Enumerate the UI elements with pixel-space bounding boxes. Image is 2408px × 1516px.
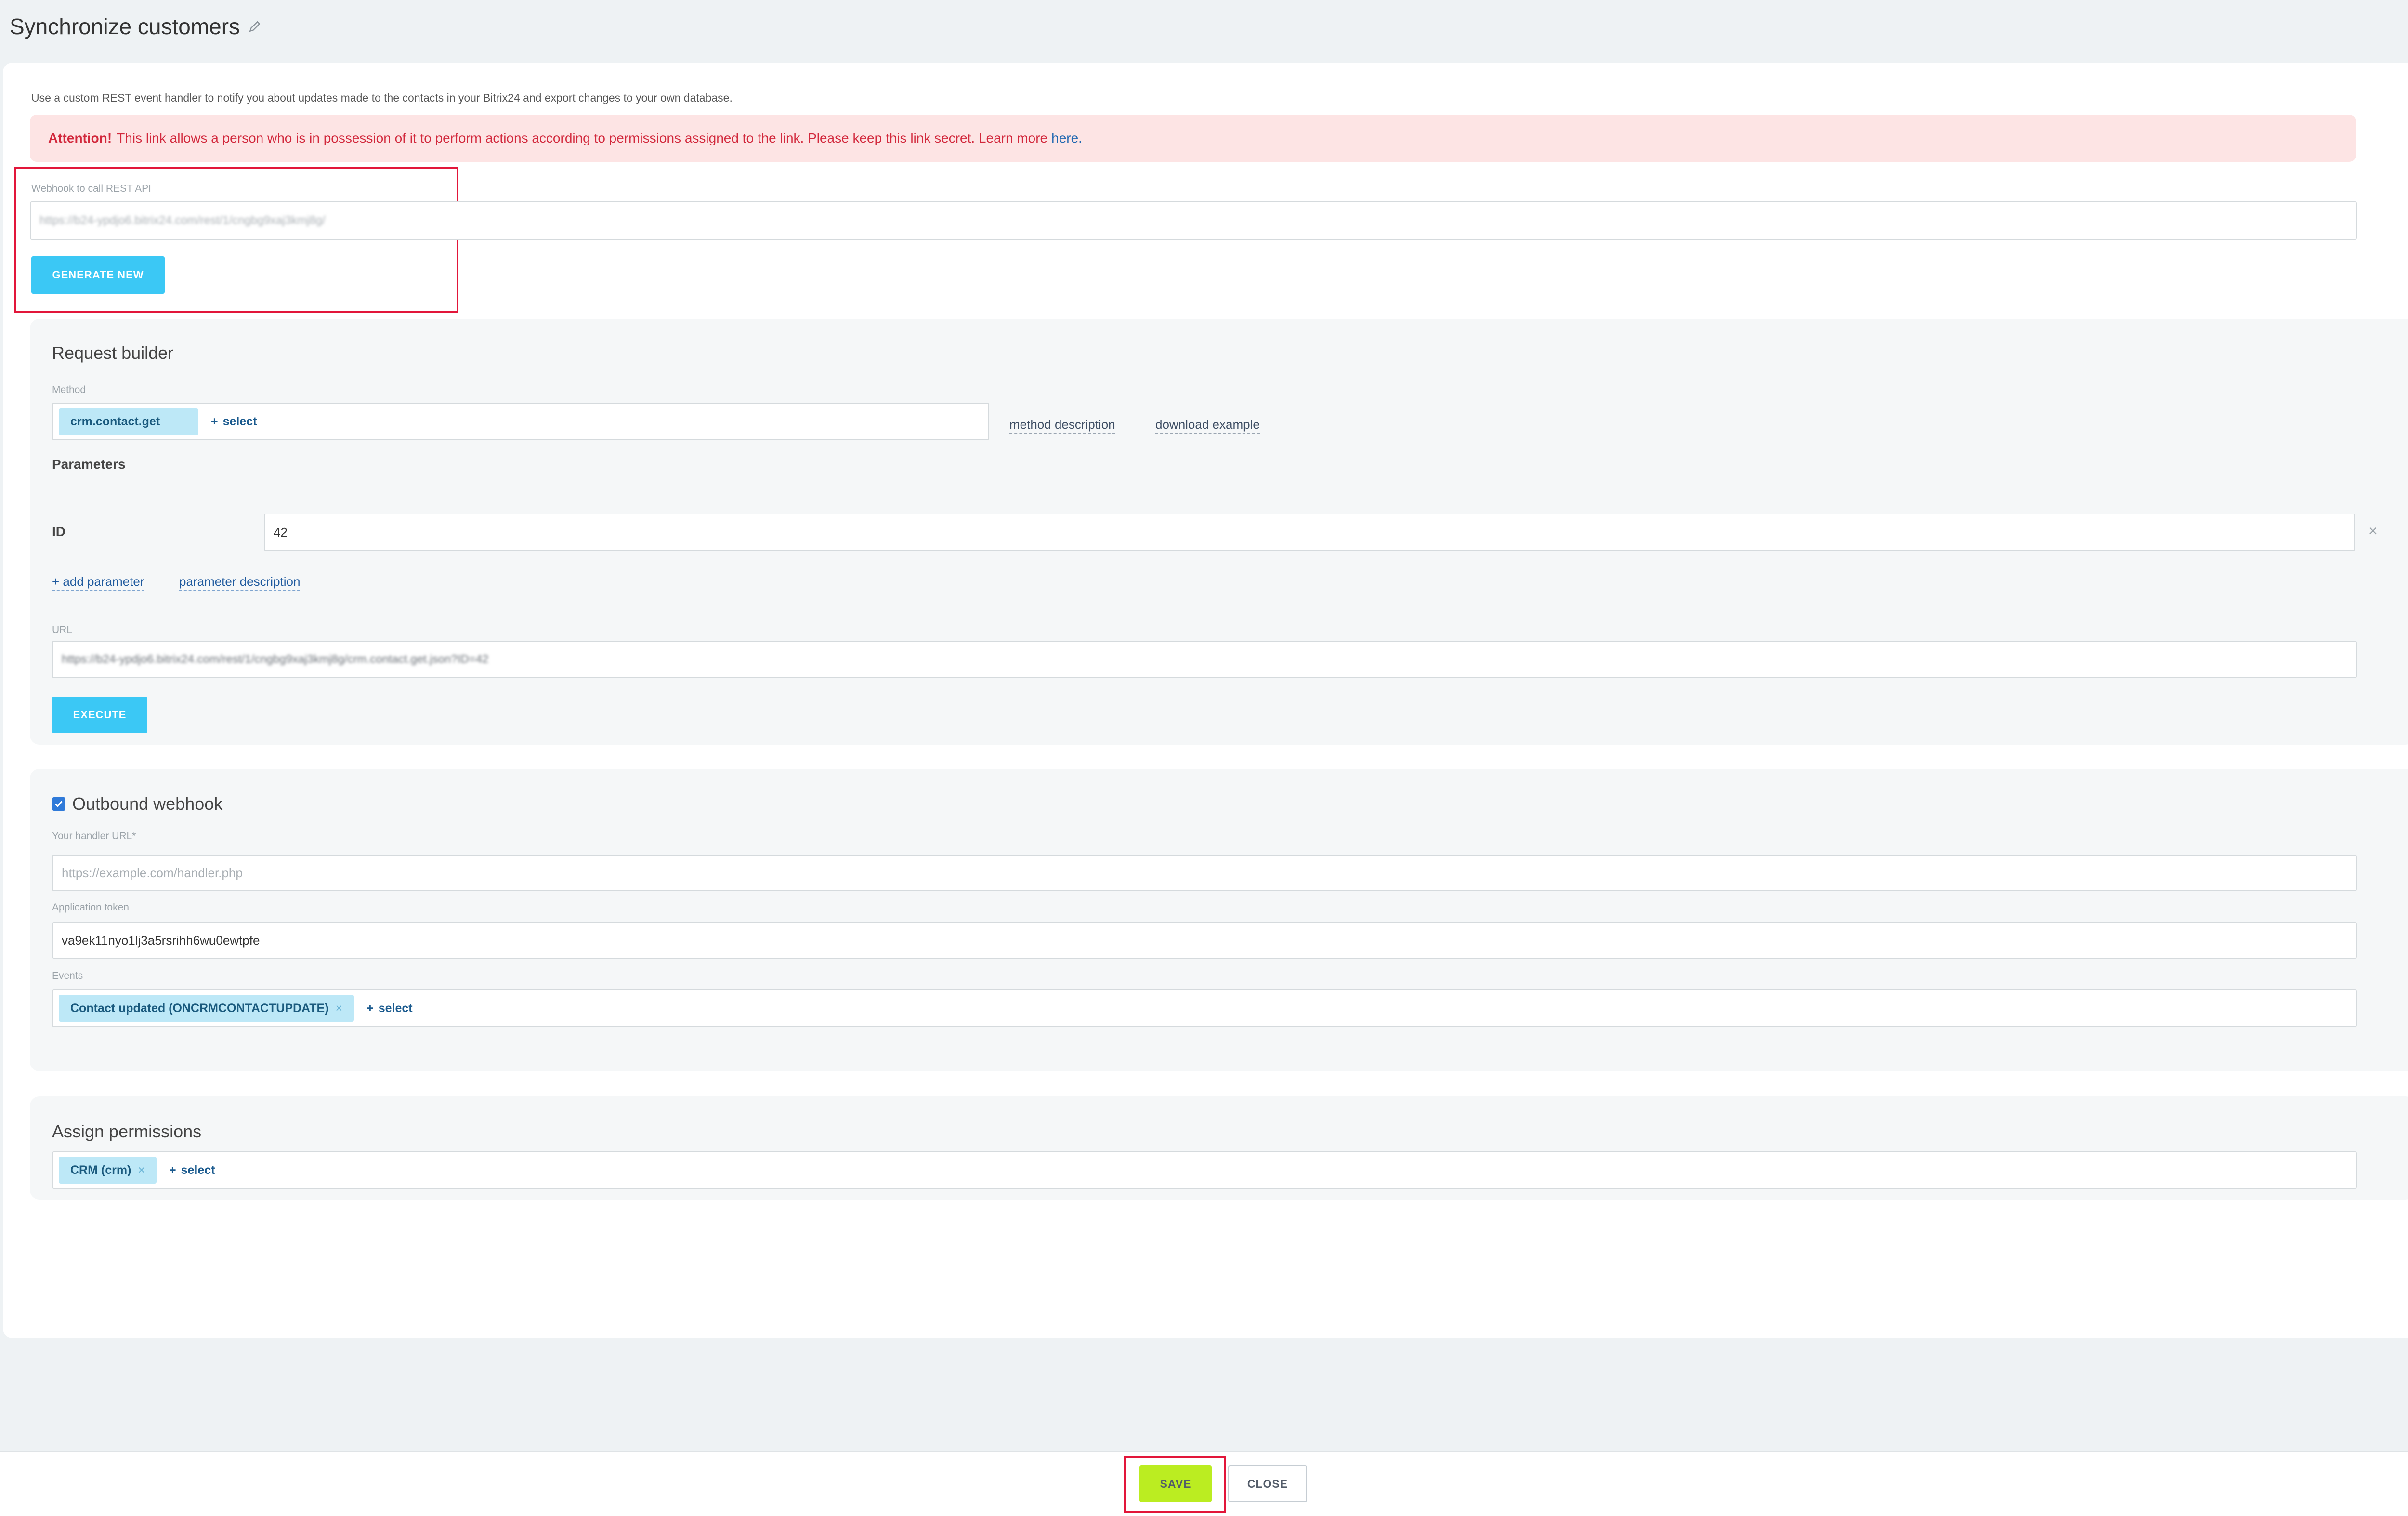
save-button[interactable]: SAVE xyxy=(1139,1465,1212,1502)
remove-param-icon[interactable]: × xyxy=(2369,522,2378,540)
request-builder-title: Request builder xyxy=(52,343,174,363)
generate-new-button[interactable]: GENERATE NEW xyxy=(31,256,165,294)
plus-icon: + xyxy=(169,1163,176,1177)
url-field[interactable]: https://b24-ypdjo6.bitrix24.com/rest/1/c… xyxy=(52,641,2357,678)
outbound-webhook-title: Outbound webhook xyxy=(72,794,223,814)
method-chip[interactable]: crm.contact.get xyxy=(59,408,198,435)
app-token-label: Application token xyxy=(52,902,129,913)
permissions-select-label: select xyxy=(181,1163,215,1177)
parameter-description-link[interactable]: parameter description xyxy=(179,574,301,591)
outbound-checkbox[interactable] xyxy=(52,797,65,811)
attention-label: Attention! xyxy=(48,131,112,145)
method-select-link[interactable]: + select xyxy=(211,415,257,429)
handler-url-label: Your handler URL* xyxy=(52,831,136,842)
plus-icon: + xyxy=(366,1001,374,1015)
permission-chip-label: CRM (crm) xyxy=(70,1163,131,1177)
outbound-webhook-header: Outbound webhook xyxy=(52,794,222,814)
permission-chip[interactable]: CRM (crm) × xyxy=(59,1157,157,1184)
url-label: URL xyxy=(52,624,73,635)
param-value-field[interactable]: 42 xyxy=(264,514,2355,551)
app-token-field[interactable]: va9ek11nyo1lj3a5rsrihh6wu0ewtpfe xyxy=(52,922,2357,959)
intro-text: Use a custom REST event handler to notif… xyxy=(31,92,733,104)
url-value: https://b24-ypdjo6.bitrix24.com/rest/1/c… xyxy=(62,653,489,666)
app-token-value: va9ek11nyo1lj3a5rsrihh6wu0ewtpfe xyxy=(62,933,260,948)
event-chip[interactable]: Contact updated (ONCRMCONTACTUPDATE) × xyxy=(59,995,354,1022)
webhook-url-field[interactable]: https://b24-ypdjo6.bitrix24.com/rest/1/c… xyxy=(30,201,2357,240)
attention-alert: Attention! This link allows a person who… xyxy=(30,115,2356,162)
attention-text: This link allows a person who is in poss… xyxy=(117,131,1048,145)
remove-permission-icon[interactable]: × xyxy=(138,1163,145,1177)
events-select-link[interactable]: + select xyxy=(366,1002,413,1015)
param-value: 42 xyxy=(274,525,288,540)
permissions-field[interactable]: CRM (crm) × + select xyxy=(52,1151,2357,1189)
parameters-heading: Parameters xyxy=(52,457,126,472)
execute-button[interactable]: EXECUTE xyxy=(52,697,147,733)
events-label: Events xyxy=(52,970,83,981)
handler-url-field[interactable]: https://example.com/handler.php xyxy=(52,855,2357,891)
permissions-select-link[interactable]: + select xyxy=(169,1163,215,1177)
handler-url-placeholder: https://example.com/handler.php xyxy=(62,865,243,880)
event-chip-label: Contact updated (ONCRMCONTACTUPDATE) xyxy=(70,1001,329,1015)
add-parameter-link[interactable]: + add parameter xyxy=(52,574,144,591)
method-select-label: select xyxy=(222,414,257,428)
page-title-text: Synchronize customers xyxy=(10,14,240,39)
page-title: Synchronize customers xyxy=(10,13,261,40)
webhook-label: Webhook to call REST API xyxy=(31,183,152,194)
plus-icon: + xyxy=(211,414,218,428)
learn-more-link[interactable]: here. xyxy=(1051,131,1082,146)
close-button[interactable]: CLOSE xyxy=(1228,1465,1307,1502)
checkmark-icon xyxy=(55,801,63,807)
method-field[interactable]: crm.contact.get + select xyxy=(52,403,989,440)
events-select-label: select xyxy=(378,1001,413,1015)
permissions-title: Assign permissions xyxy=(52,1121,202,1141)
param-name-label: ID xyxy=(52,524,65,539)
method-description-link[interactable]: method description xyxy=(1009,417,1115,434)
pencil-icon[interactable] xyxy=(249,20,261,33)
download-example-link[interactable]: download example xyxy=(1155,417,1260,434)
events-field[interactable]: Contact updated (ONCRMCONTACTUPDATE) × +… xyxy=(52,989,2357,1027)
method-label: Method xyxy=(52,384,86,395)
webhook-url-value: https://b24-ypdjo6.bitrix24.com/rest/1/c… xyxy=(39,214,326,227)
remove-event-icon[interactable]: × xyxy=(336,1002,343,1015)
